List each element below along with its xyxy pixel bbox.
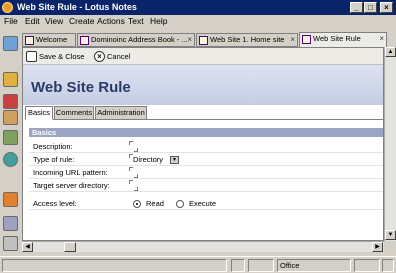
lotus-notes-icon xyxy=(2,2,13,13)
tab-comments[interactable]: Comments xyxy=(54,106,94,120)
tab-basics[interactable]: Basics xyxy=(25,106,53,120)
scroll-left-icon[interactable]: ◀ xyxy=(22,242,33,252)
mail-icon[interactable] xyxy=(3,36,18,51)
tab-label: Welcome xyxy=(36,35,68,44)
access-label: Access level: xyxy=(33,199,77,208)
window-title: Web Site Rule - Lotus Notes xyxy=(17,2,137,12)
tab-label: Web Site Rule xyxy=(313,34,361,43)
menu-help[interactable]: Help xyxy=(150,16,167,26)
calendar-icon[interactable] xyxy=(3,72,18,87)
close-icon[interactable]: × xyxy=(187,34,192,46)
tab-label: Web Site 1. Home site xyxy=(210,35,285,44)
read-label: Read xyxy=(146,199,164,208)
todo-icon[interactable] xyxy=(3,110,18,125)
description-field[interactable] xyxy=(129,141,138,152)
document-panel: Save & Close × Cancel Web Site Rule Basi… xyxy=(22,47,384,241)
menu-text[interactable]: Text xyxy=(128,16,144,26)
bookmark-bar xyxy=(0,32,22,252)
address-book-icon[interactable] xyxy=(3,94,18,109)
horizontal-scrollbar[interactable]: ◀ ▶ xyxy=(22,241,384,252)
home-icon xyxy=(25,36,34,45)
tab-address-book[interactable]: Dominoinc Address Book - ... × xyxy=(77,33,195,47)
location-selector[interactable]: Office xyxy=(277,259,351,272)
tab-welcome[interactable]: Welcome xyxy=(22,33,76,47)
location-label: Office xyxy=(280,261,300,270)
incoming-field[interactable] xyxy=(129,167,138,178)
type-label: Type of rule: xyxy=(33,155,75,164)
databases-icon[interactable] xyxy=(3,216,18,231)
vertical-scrollbar[interactable]: ▲ ▼ xyxy=(384,47,396,241)
menu-edit[interactable]: Edit xyxy=(25,16,40,26)
cancel-icon: × xyxy=(94,51,105,62)
title-bar: Web Site Rule - Lotus Notes _ □ × xyxy=(0,0,396,15)
scroll-right-icon[interactable]: ▶ xyxy=(372,242,383,252)
menu-create[interactable]: Create xyxy=(69,16,95,26)
type-dropdown-icon[interactable]: ▾ xyxy=(170,156,179,164)
maximize-button[interactable]: □ xyxy=(364,2,377,13)
menu-bar: File Edit View Create Actions Text Help xyxy=(0,15,396,28)
action-bar: Save & Close × Cancel xyxy=(23,48,383,65)
status-message xyxy=(2,259,227,272)
minimize-button[interactable]: _ xyxy=(350,2,363,13)
incoming-row: Incoming URL pattern: xyxy=(29,167,383,179)
replicator-icon[interactable] xyxy=(3,130,18,145)
description-row: Description: xyxy=(29,141,383,153)
status-arrows-icon[interactable] xyxy=(231,259,245,272)
status-bar: Office xyxy=(0,256,396,273)
key-icon[interactable] xyxy=(248,259,274,272)
save-icon xyxy=(26,51,37,62)
read-radio[interactable] xyxy=(133,200,141,208)
form-header: Web Site Rule xyxy=(23,65,383,105)
save-close-label: Save & Close xyxy=(39,52,85,61)
more-bookmarks-icon[interactable] xyxy=(3,236,18,251)
document-icon xyxy=(302,35,311,44)
execute-radio[interactable] xyxy=(176,200,184,208)
type-row: Type of rule: Directory ▾ xyxy=(29,154,383,166)
description-label: Description: xyxy=(33,142,73,151)
menu-view[interactable]: View xyxy=(45,16,63,26)
scroll-up-icon[interactable]: ▲ xyxy=(385,47,396,57)
tab-web-site-rule[interactable]: Web Site Rule × xyxy=(299,32,387,47)
tab-web-site-1[interactable]: Web Site 1. Home site × xyxy=(196,33,298,47)
close-button[interactable]: × xyxy=(380,2,393,13)
cancel-button[interactable]: × Cancel xyxy=(93,50,130,63)
incoming-label: Incoming URL pattern: xyxy=(33,168,108,177)
close-icon[interactable]: × xyxy=(379,33,384,45)
close-icon[interactable]: × xyxy=(290,34,295,46)
menu-actions[interactable]: Actions xyxy=(97,16,125,26)
window-tabs: Welcome Dominoinc Address Book - ... × W… xyxy=(22,32,396,47)
tab-label: Dominoinc Address Book - ... xyxy=(91,35,188,44)
section-header: Basics xyxy=(29,128,383,137)
tab-administration[interactable]: Administration xyxy=(95,106,147,120)
save-close-button[interactable]: Save & Close xyxy=(25,50,84,63)
cancel-label: Cancel xyxy=(107,52,131,61)
favorites-icon[interactable] xyxy=(3,192,18,207)
scroll-down-icon[interactable]: ▼ xyxy=(385,230,396,240)
form-title: Web Site Rule xyxy=(31,79,131,96)
access-row: Access level: Read Execute xyxy=(29,198,383,210)
inbox-icon[interactable] xyxy=(354,259,380,272)
target-row: Target server directory: xyxy=(29,180,383,192)
document-icon xyxy=(199,36,208,45)
execute-label: Execute xyxy=(189,199,217,208)
type-value: Directory xyxy=(133,155,164,164)
form-tabs: Basics Comments Administration xyxy=(25,106,383,120)
target-label: Target server directory: xyxy=(33,181,110,190)
discussion-icon[interactable] xyxy=(3,152,18,167)
resize-grip[interactable] xyxy=(382,259,394,272)
address-book-icon xyxy=(80,36,89,45)
target-field[interactable] xyxy=(129,180,138,191)
scroll-thumb[interactable] xyxy=(64,242,76,252)
menu-file[interactable]: File xyxy=(4,16,18,26)
